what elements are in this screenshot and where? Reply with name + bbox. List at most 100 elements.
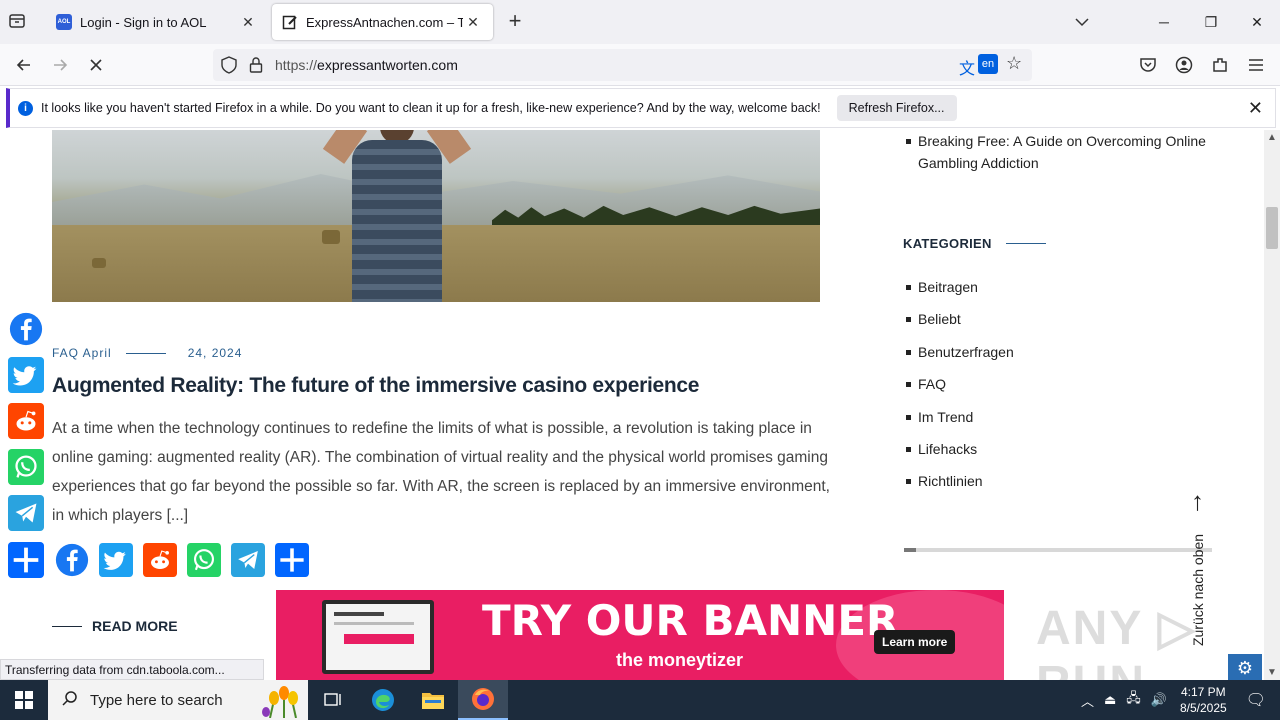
clock-time: 4:17 PM xyxy=(1180,685,1226,699)
network-icon[interactable]: 🖧 xyxy=(1126,689,1141,711)
address-bar[interactable]: https://expressantworten.com 文 ☆ xyxy=(213,49,1032,81)
category-link[interactable]: FAQ xyxy=(905,373,946,395)
new-tab-button[interactable]: + xyxy=(504,10,526,32)
category-link[interactable]: Lifehacks xyxy=(905,438,977,460)
article-excerpt: At a time when the technology continues … xyxy=(52,420,830,524)
account-icon[interactable] xyxy=(1170,51,1198,79)
windows-start-icon[interactable] xyxy=(0,680,48,720)
category-link[interactable]: Richtlinien xyxy=(906,470,983,492)
notification-text: It looks like you haven't started Firefo… xyxy=(41,101,821,115)
search-icon xyxy=(62,690,78,711)
whatsapp-icon[interactable] xyxy=(8,449,44,485)
categories-heading-label: KATEGORIEN xyxy=(903,236,992,251)
taskbar-clock[interactable]: 4:17 PM 8/5/2025 xyxy=(1180,684,1227,716)
web-page: FAQ April 24, 2024 Augmented Reality: Th… xyxy=(0,130,1264,680)
back-button[interactable] xyxy=(10,51,38,79)
navigation-toolbar: https://expressantworten.com 文 ☆ en xyxy=(0,44,1280,86)
stop-loading-button[interactable] xyxy=(82,51,110,79)
chevron-down-icon[interactable] xyxy=(1068,8,1096,36)
refresh-firefox-button[interactable]: Refresh Firefox... xyxy=(836,95,957,121)
article-category[interactable]: FAQ April xyxy=(52,346,112,360)
categories-heading: KATEGORIEN xyxy=(903,236,1046,251)
share-icon[interactable] xyxy=(274,542,310,578)
article-hero-image[interactable] xyxy=(52,130,820,302)
menu-icon[interactable] xyxy=(1242,51,1270,79)
article-date: 24, 2024 xyxy=(187,346,243,360)
close-icon[interactable]: ✕ xyxy=(1248,98,1263,119)
url-text[interactable]: https://expressantworten.com xyxy=(275,57,458,73)
tab-list-icon[interactable] xyxy=(8,12,30,32)
edge-icon[interactable] xyxy=(358,680,408,720)
close-icon[interactable]: ✕ xyxy=(238,14,258,31)
category-link[interactable]: Beitragen xyxy=(906,276,978,298)
reddit-icon[interactable] xyxy=(142,542,178,578)
scroll-up-icon[interactable]: ▲ xyxy=(1267,132,1277,143)
read-more-link[interactable]: READ MORE xyxy=(52,618,178,634)
taskbar: Type here to search ︿ ⏏ 🖧 🔊 4:17 PM 8/5/… xyxy=(0,680,1280,720)
firefox-icon[interactable] xyxy=(458,680,508,720)
chevron-up-icon[interactable]: ︿ xyxy=(1081,691,1094,710)
banner-headline: TRY OUR BANNER xyxy=(482,596,899,645)
learn-more-button[interactable]: Learn more xyxy=(874,630,956,654)
extensions-icon[interactable] xyxy=(1206,51,1234,79)
telegram-icon[interactable] xyxy=(8,495,44,531)
ad-banner[interactable]: TRY OUR BANNER Learn more the moneytizer xyxy=(276,590,1004,680)
reading-progress-fill xyxy=(904,548,917,552)
reading-progress-bar xyxy=(904,548,1212,552)
url-prefix: https:// xyxy=(275,57,318,73)
recent-post-link[interactable]: Breaking Free: A Guide on Overcoming Onl… xyxy=(906,130,1218,174)
scrollbar-thumb[interactable] xyxy=(1266,207,1278,249)
usb-icon[interactable]: ⏏ xyxy=(1104,692,1116,708)
edit-icon xyxy=(282,14,298,30)
page-scrollbar[interactable]: ▲ ▼ xyxy=(1264,130,1280,680)
close-window-button[interactable]: ✕ xyxy=(1243,8,1271,36)
arrow-up-icon: ↑ xyxy=(1191,486,1204,516)
lock-icon[interactable] xyxy=(249,56,263,79)
tab-title: ExpressAntnachen.com – The m xyxy=(306,14,463,30)
tab-aol-login[interactable]: AOL Login - Sign in to AOL ✕ xyxy=(46,4,268,40)
twitter-icon[interactable] xyxy=(98,542,134,578)
twitter-icon[interactable] xyxy=(8,357,44,393)
minimize-button[interactable]: ─ xyxy=(1150,8,1178,36)
category-link[interactable]: Beliebt xyxy=(906,308,961,330)
gear-icon[interactable]: ⚙ xyxy=(1228,654,1262,680)
article-title[interactable]: Augmented Reality: The future of the imm… xyxy=(52,374,699,398)
close-icon[interactable]: ✕ xyxy=(463,14,483,31)
telegram-icon[interactable] xyxy=(230,542,266,578)
taskbar-search-input[interactable]: Type here to search xyxy=(48,680,308,720)
status-bar: Transferring data from cdn.taboola.com..… xyxy=(0,659,264,680)
scroll-down-icon[interactable]: ▼ xyxy=(1267,667,1277,678)
whatsapp-icon[interactable] xyxy=(186,542,222,578)
tab-strip: AOL Login - Sign in to AOL ✕ ExpressAntn… xyxy=(0,0,1280,44)
category-link[interactable]: Benutzerfragen xyxy=(906,341,1014,363)
task-view-icon[interactable] xyxy=(308,680,358,720)
volume-icon[interactable]: 🔊 xyxy=(1151,692,1167,708)
file-explorer-icon[interactable] xyxy=(408,680,458,720)
category-link[interactable]: Im Trend xyxy=(905,406,973,428)
banner-brand: the moneytizer xyxy=(616,650,744,670)
aol-icon: AOL xyxy=(56,14,72,30)
facebook-icon[interactable] xyxy=(54,542,90,578)
share-icon[interactable] xyxy=(8,542,44,578)
system-tray: ︿ ⏏ 🖧 🔊 4:17 PM 8/5/2025 🗨 xyxy=(1076,680,1280,720)
shield-icon[interactable] xyxy=(221,56,237,79)
forward-button[interactable] xyxy=(46,51,74,79)
pocket-icon[interactable] xyxy=(1134,51,1162,79)
translate-icon[interactable]: 文 xyxy=(959,55,975,79)
translate-language-badge[interactable]: en xyxy=(978,54,998,74)
reddit-icon[interactable] xyxy=(8,403,44,439)
clock-date: 8/5/2025 xyxy=(1179,701,1227,715)
info-icon: i xyxy=(18,100,33,116)
read-more-label: READ MORE xyxy=(92,618,178,634)
url-host: expressantworten.com xyxy=(317,57,458,73)
facebook-icon[interactable] xyxy=(8,311,44,347)
notification-bar: i It looks like you haven't started Fire… xyxy=(6,88,1276,128)
notification-icon[interactable]: 🗨 xyxy=(1246,690,1266,710)
search-placeholder: Type here to search xyxy=(90,691,223,709)
article-meta: FAQ April 24, 2024 xyxy=(52,346,242,360)
star-icon[interactable]: ☆ xyxy=(1006,53,1022,74)
restore-button[interactable]: ❐ xyxy=(1197,8,1225,36)
monitor-icon xyxy=(322,600,434,674)
tab-expressantworten[interactable]: ExpressAntnachen.com – The m ✕ xyxy=(272,4,493,40)
tab-title: Login - Sign in to AOL xyxy=(80,14,207,30)
